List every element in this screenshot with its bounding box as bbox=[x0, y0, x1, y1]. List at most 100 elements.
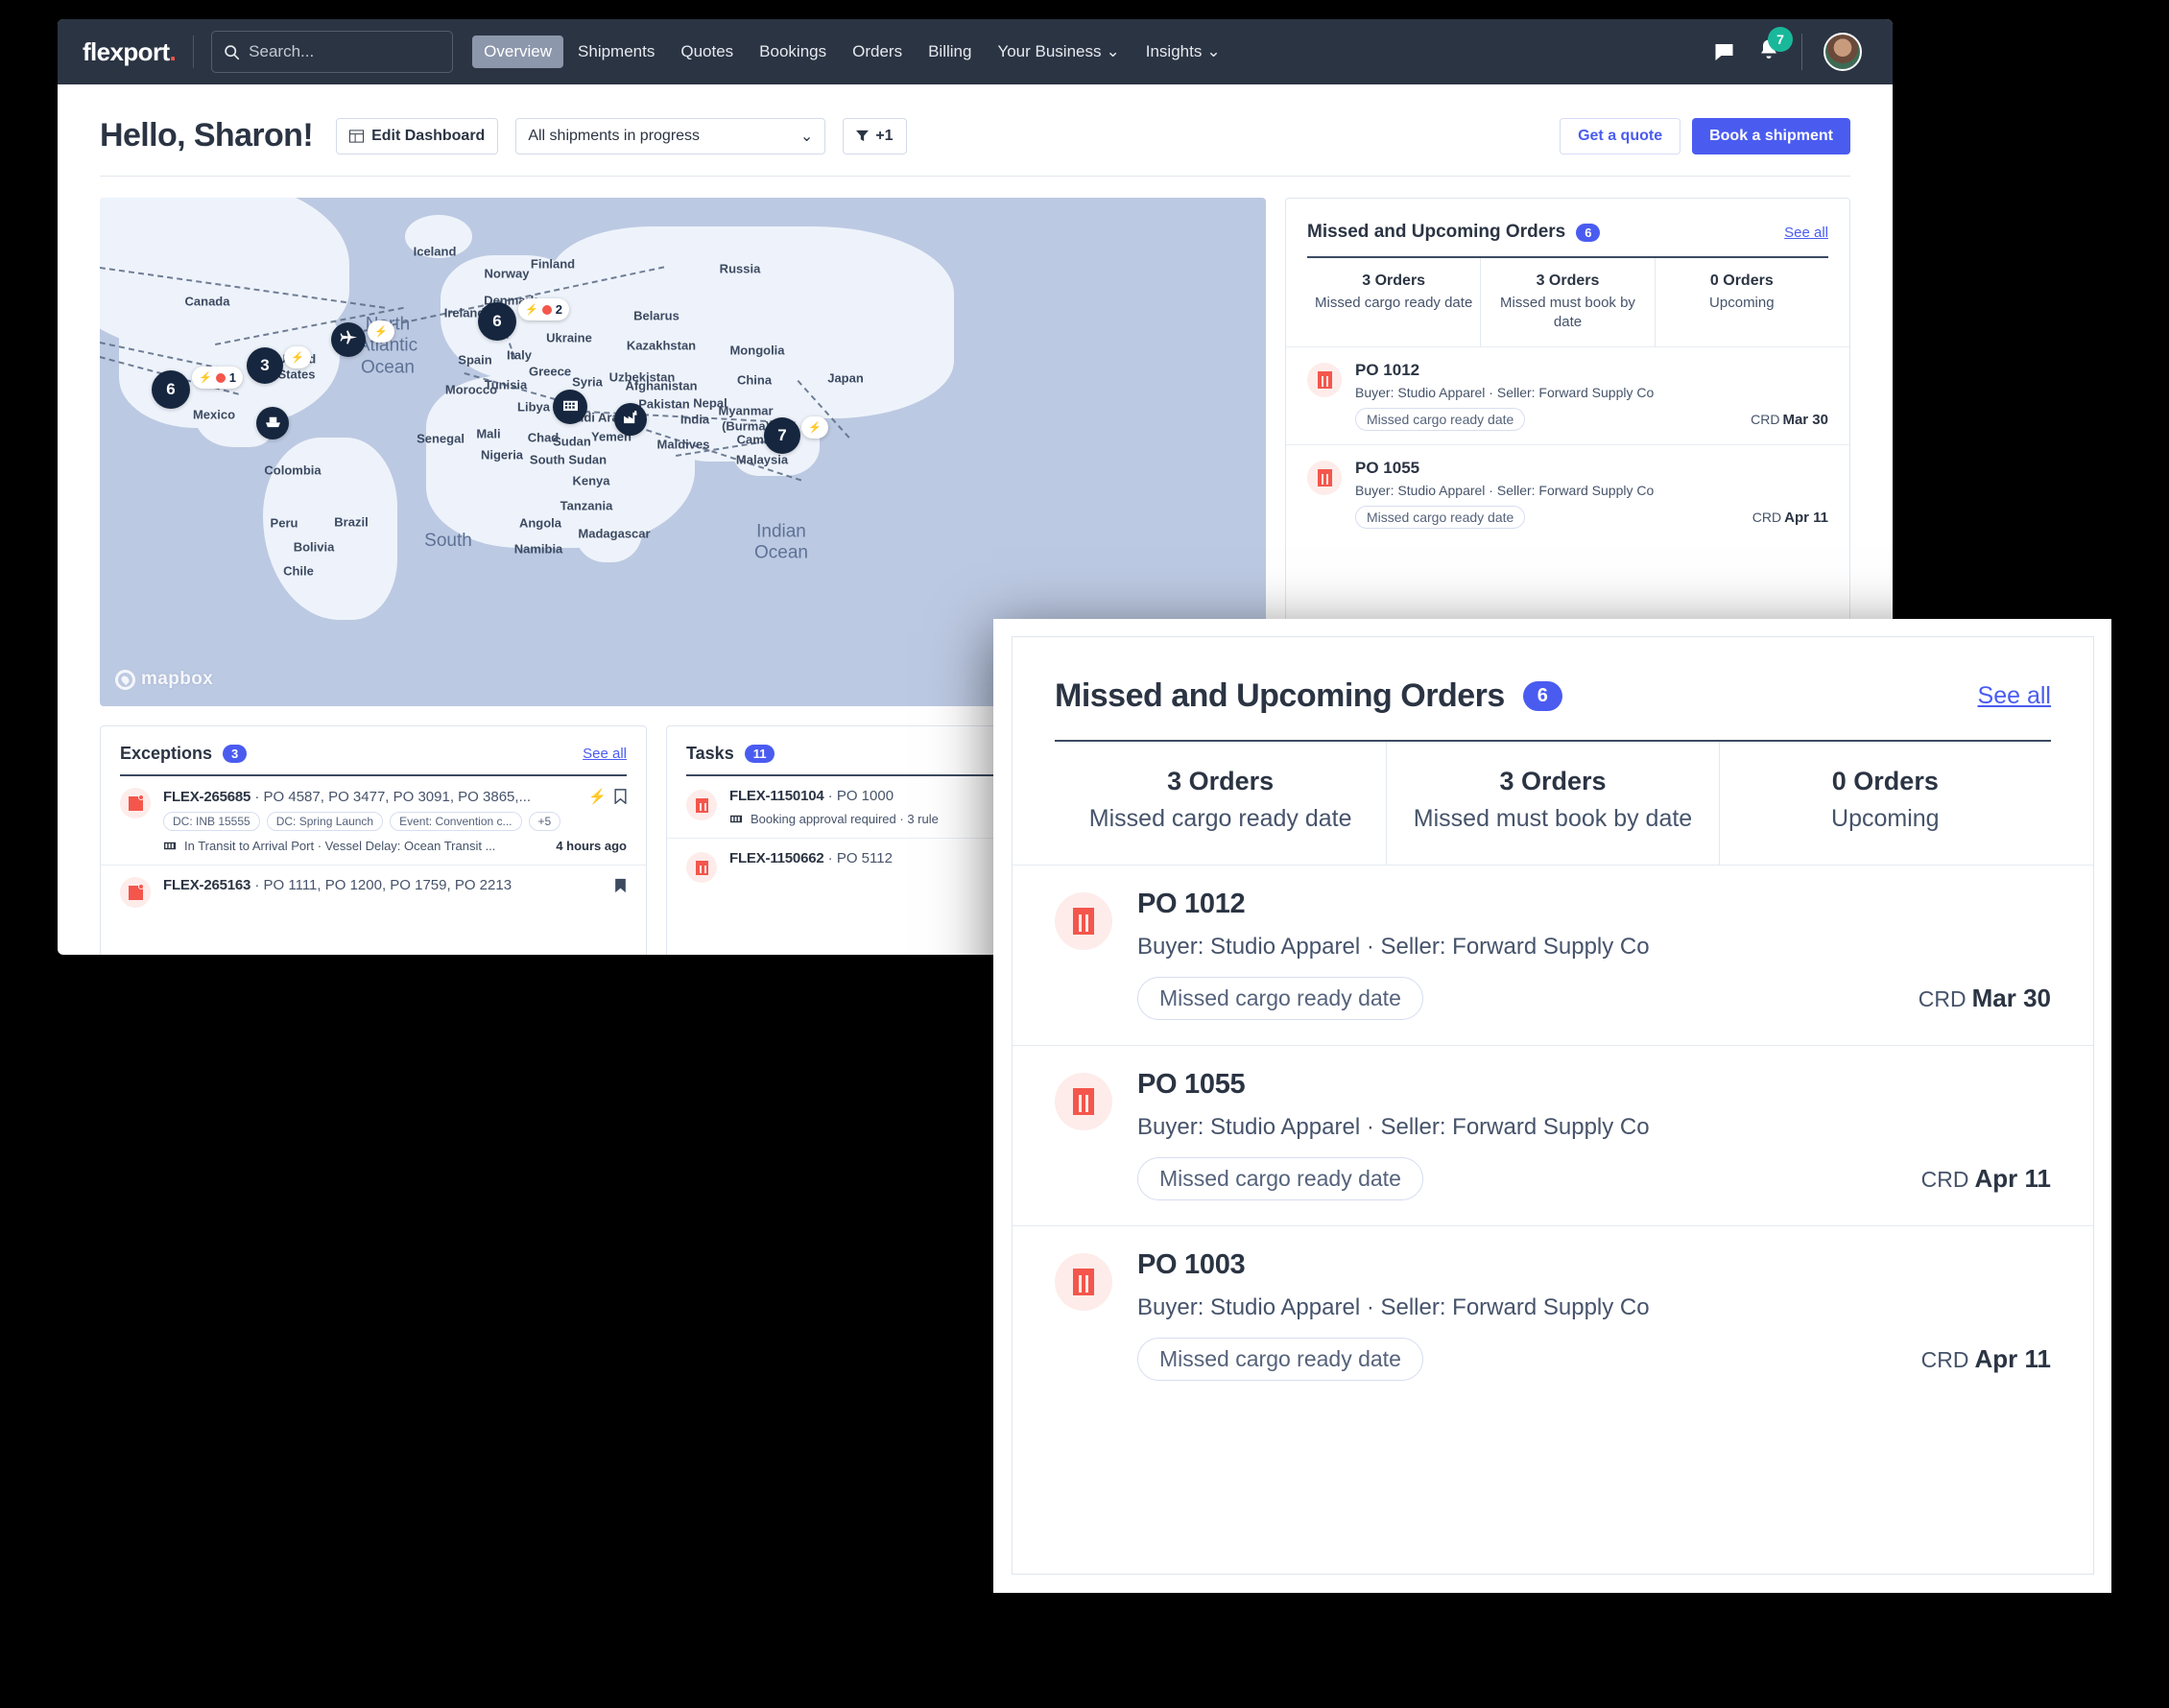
map-label-italy: Italy bbox=[506, 347, 533, 363]
map-cluster-chip-0[interactable]: ⚡ 1 bbox=[192, 367, 243, 389]
purchase-order-icon bbox=[686, 852, 717, 883]
nav-link-insights[interactable]: Insights ⌄ bbox=[1134, 36, 1232, 68]
edit-dashboard-button[interactable]: Edit Dashboard bbox=[336, 117, 499, 154]
mapbox-attribution[interactable]: mapbox bbox=[115, 669, 213, 690]
crd-label: CRD bbox=[1920, 1167, 1969, 1193]
chip-more[interactable]: +5 bbox=[528, 812, 561, 831]
exceptions-count-badge: 3 bbox=[223, 745, 248, 763]
table-row[interactable]: FLEX-265163 · PO 1111, PO 1200, PO 1759,… bbox=[101, 865, 646, 919]
stat-number: 0 Orders bbox=[1709, 273, 1774, 289]
avatar[interactable] bbox=[1823, 33, 1862, 71]
flexport-logo[interactable]: flexport. bbox=[83, 37, 177, 67]
map-cluster-marker-3[interactable] bbox=[331, 322, 366, 357]
table-row[interactable]: FLEX-265685 · PO 4587, PO 3477, PO 3091,… bbox=[101, 776, 646, 865]
list-item[interactable]: PO 1003 Buyer: Studio Apparel · Seller: … bbox=[1013, 1225, 2093, 1406]
exception-pos: PO 4587, PO 3477, PO 3091, PO 3865,... bbox=[263, 788, 532, 805]
map-cluster-marker-2[interactable] bbox=[256, 407, 289, 439]
orders-stat-missed-crd[interactable]: 3 Orders Missed cargo ready date bbox=[1307, 258, 1482, 346]
list-item[interactable]: PO 1055 Buyer: Studio Apparel · Seller: … bbox=[1013, 1045, 2093, 1225]
orders-stats-row: 3 Orders Missed cargo ready date 3 Order… bbox=[1286, 258, 1849, 346]
map-cluster-chip-3[interactable]: ⚡ bbox=[368, 320, 394, 343]
container-icon bbox=[730, 815, 743, 823]
purchase-order-icon bbox=[1307, 461, 1342, 495]
alert-dot-icon bbox=[215, 372, 226, 383]
list-item[interactable]: PO 1012 Buyer: Studio Apparel · Seller: … bbox=[1286, 346, 1849, 444]
map-cluster-marker-1[interactable]: 3 bbox=[247, 347, 283, 384]
nav-link-billing[interactable]: Billing bbox=[917, 36, 983, 68]
chip[interactable]: DC: Spring Launch bbox=[266, 812, 384, 831]
orders-stat-upcoming[interactable]: 0 Orders Upcoming bbox=[1656, 258, 1828, 346]
map-cluster-marker-5[interactable] bbox=[553, 390, 587, 424]
modal-stat-missed-crd[interactable]: 3 Orders Missed cargo ready date bbox=[1055, 742, 1388, 866]
task-status: Booking approval required · 3 rule bbox=[751, 812, 939, 826]
nav-link-your-business[interactable]: Your Business ⌄ bbox=[986, 36, 1131, 68]
separator: · bbox=[254, 877, 260, 893]
book-a-shipment-button[interactable]: Book a shipment bbox=[1692, 117, 1850, 154]
task-pos: PO 1000 bbox=[836, 788, 894, 804]
stat-number: 3 Orders bbox=[1499, 767, 1607, 795]
purchase-order-icon bbox=[1055, 1253, 1112, 1312]
nav-link-quotes[interactable]: Quotes bbox=[669, 36, 745, 68]
modal-stat-upcoming[interactable]: 0 Orders Upcoming bbox=[1720, 742, 2051, 865]
cluster-count: 6 bbox=[492, 312, 502, 330]
map-label-namibia: Namibia bbox=[513, 541, 563, 557]
chip[interactable]: Event: Convention c... bbox=[390, 812, 522, 831]
filter-button[interactable]: +1 bbox=[843, 117, 907, 154]
map-cluster-marker-7[interactable]: 7 bbox=[764, 417, 800, 454]
map-cluster-marker-0[interactable]: 6 bbox=[152, 370, 190, 409]
map-label-malaysia: Malaysia bbox=[735, 452, 789, 467]
nav-links: Overview Shipments Quotes Bookings Order… bbox=[472, 36, 1231, 68]
search-input[interactable]: Search... bbox=[211, 31, 454, 73]
purchase-order-icon bbox=[1055, 892, 1112, 951]
map-cluster-chip-4[interactable]: ⚡ 2 bbox=[518, 298, 569, 320]
message-icon[interactable] bbox=[1712, 40, 1736, 63]
map-cluster-marker-6[interactable] bbox=[614, 403, 647, 436]
nav-link-bookings[interactable]: Bookings bbox=[748, 36, 838, 68]
nav-link-orders[interactable]: Orders bbox=[841, 36, 914, 68]
modal-title: Missed and Upcoming Orders bbox=[1055, 677, 1505, 714]
shipment-filter-select[interactable]: All shipments in progress ⌄ bbox=[515, 117, 826, 154]
list-item[interactable]: PO 1012 Buyer: Studio Apparel · Seller: … bbox=[1013, 865, 2093, 1045]
po-parties: Buyer: Studio Apparel · Seller: Forward … bbox=[1137, 1114, 1650, 1141]
map-cluster-marker-4[interactable]: 6 bbox=[478, 302, 516, 341]
exceptions-see-all-link[interactable]: See all bbox=[583, 746, 627, 762]
task-pos: PO 5112 bbox=[836, 850, 893, 866]
crd-label: CRD bbox=[1920, 1347, 1969, 1373]
map-cluster-chip-7[interactable]: ⚡ bbox=[801, 416, 828, 439]
status-badge: Missed cargo ready date bbox=[1137, 1338, 1423, 1382]
top-navigation-bar: flexport. Search... Overview Shipments Q… bbox=[58, 19, 1893, 84]
nav-right-divider bbox=[1801, 34, 1802, 70]
nav-link-shipments[interactable]: Shipments bbox=[566, 36, 666, 68]
orders-stat-missed-mbb[interactable]: 3 Orders Missed must book by date bbox=[1481, 258, 1656, 346]
stat-number: 0 Orders bbox=[1831, 767, 1939, 795]
crd-value: CRD Apr 11 bbox=[1921, 1164, 2051, 1194]
map-cluster-chip-1[interactable]: ⚡ bbox=[284, 346, 311, 368]
status-badge: Missed cargo ready date bbox=[1355, 506, 1526, 529]
map-label-india: India bbox=[679, 412, 710, 427]
map-label-angola: Angola bbox=[518, 515, 562, 531]
map-label-russia: Russia bbox=[719, 261, 761, 276]
get-a-quote-button[interactable]: Get a quote bbox=[1560, 117, 1681, 154]
lightning-bolt-icon[interactable]: ⚡ bbox=[588, 788, 607, 805]
orders-see-all-link[interactable]: See all bbox=[1784, 225, 1828, 241]
po-parties: Buyer: Studio Apparel · Seller: Forward … bbox=[1355, 385, 1655, 400]
crd-label: CRD bbox=[1752, 509, 1782, 525]
crd-date: Apr 11 bbox=[1974, 1164, 2052, 1194]
modal-stat-missed-mbb[interactable]: 3 Orders Missed must book by date bbox=[1387, 742, 1720, 866]
map-label-kenya: Kenya bbox=[572, 473, 610, 488]
search-placeholder: Search... bbox=[249, 42, 315, 60]
chip[interactable]: DC: INB 15555 bbox=[163, 812, 260, 831]
bookmark-filled-icon[interactable] bbox=[614, 878, 627, 893]
map-label-belarus: Belarus bbox=[633, 308, 679, 323]
bookmark-outline-icon[interactable] bbox=[614, 789, 627, 804]
notifications-button[interactable]: 7 bbox=[1757, 27, 1793, 66]
exception-box-icon bbox=[120, 788, 151, 818]
list-item[interactable]: PO 1055 Buyer: Studio Apparel · Seller: … bbox=[1286, 444, 1849, 542]
page-title: Hello, Sharon! bbox=[100, 117, 314, 154]
map-label-nigeria: Nigeria bbox=[480, 447, 524, 463]
crd-label: CRD bbox=[1918, 986, 1966, 1012]
nav-link-overview[interactable]: Overview bbox=[472, 36, 564, 68]
exceptions-title: Exceptions bbox=[120, 744, 213, 763]
modal-see-all-link[interactable]: See all bbox=[1978, 682, 2051, 710]
map-label-iceland: Iceland bbox=[413, 244, 457, 259]
